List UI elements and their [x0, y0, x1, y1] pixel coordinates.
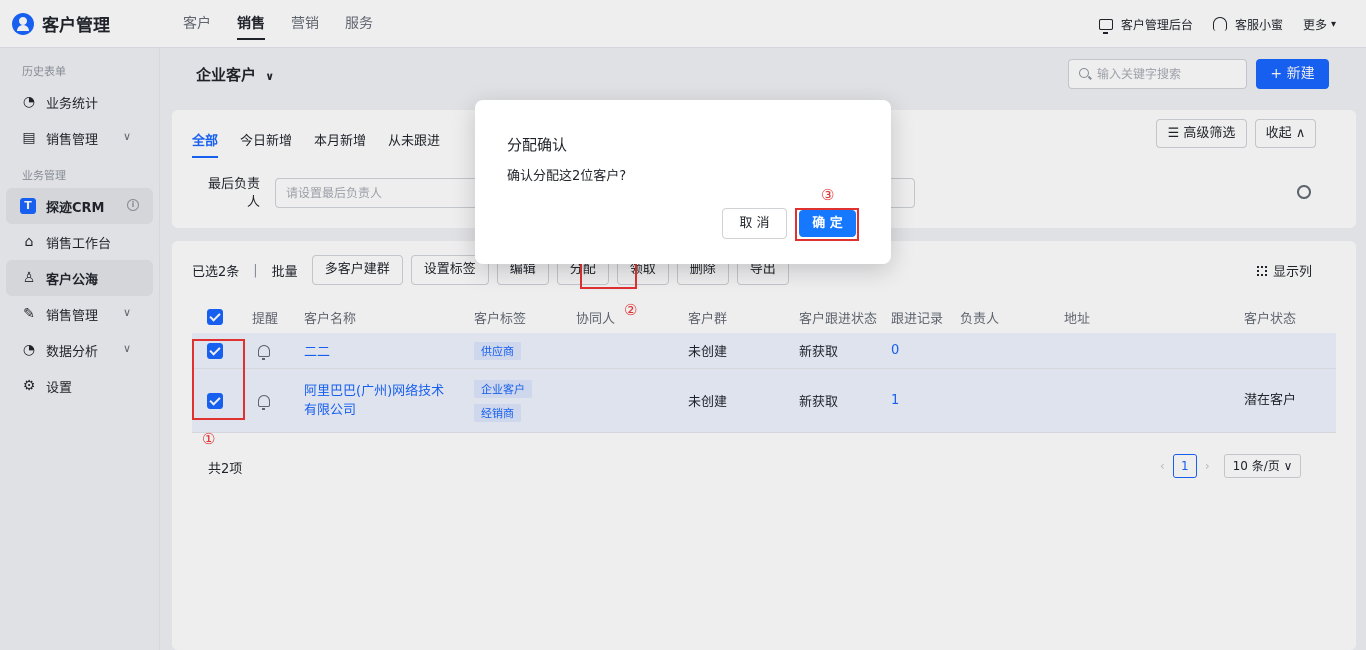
annotation-number-2: ② [624, 301, 638, 319]
modal-overlay [0, 0, 1366, 650]
cancel-button[interactable]: 取 消 [722, 208, 787, 239]
annotation-number-3: ③ [821, 186, 835, 204]
annotation-number-1: ① [202, 430, 216, 448]
annotation-box-checkboxes [192, 339, 245, 420]
dialog-title: 分配确认 [507, 136, 568, 154]
dialog-message: 确认分配这2位客户? [507, 169, 627, 184]
annotation-box-confirm [795, 208, 859, 241]
